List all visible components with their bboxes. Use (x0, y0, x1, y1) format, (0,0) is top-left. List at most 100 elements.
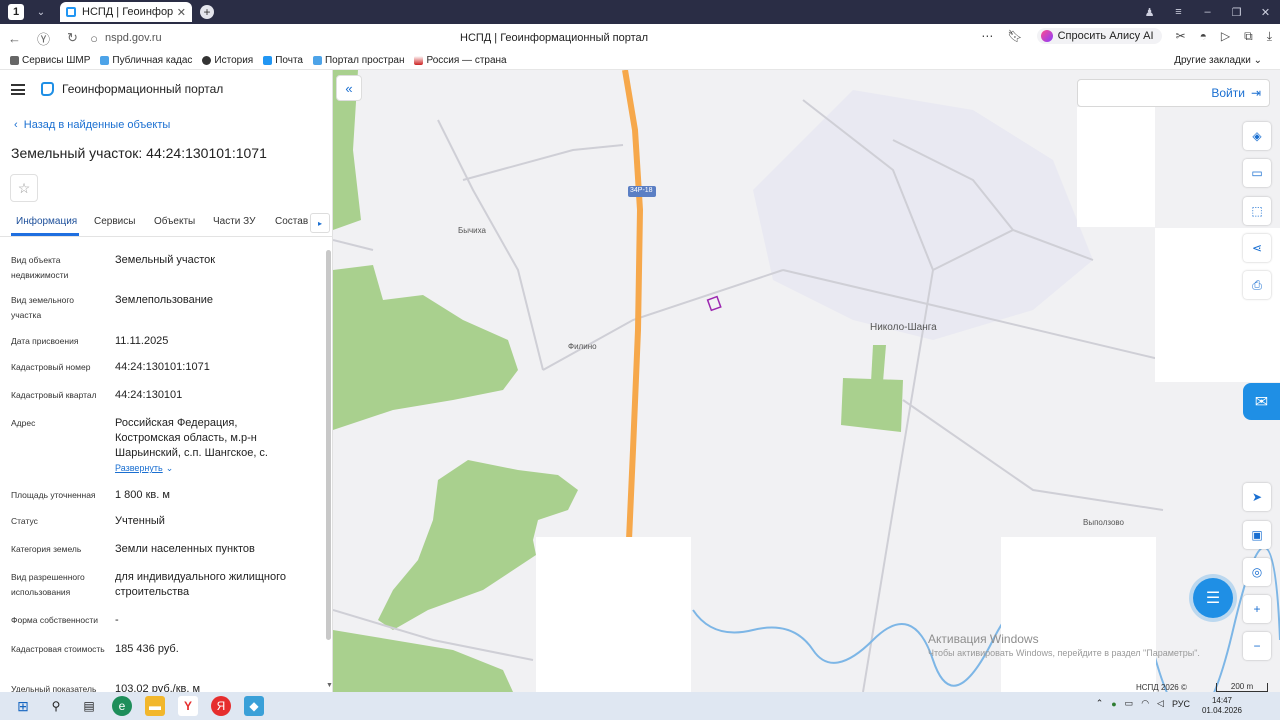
chevron-down-icon[interactable]: ⌄ (34, 7, 48, 18)
download-icon[interactable]: ⤓ (1267, 29, 1272, 44)
collections-icon[interactable]: ⧉ (1244, 29, 1253, 44)
window-close-icon[interactable]: ✕ (1251, 6, 1280, 19)
chat-bubble-icon[interactable]: ☰ (1193, 578, 1233, 618)
wifi-icon[interactable]: ◠ (1141, 698, 1149, 709)
window-controls: ♟ ≡ – ❐ ✕ (1135, 0, 1280, 24)
search-icon[interactable]: ⚲ (46, 696, 66, 716)
properties-list: Вид объекта недвижимости Земельный участ… (0, 250, 325, 692)
network-icon[interactable]: ▭ (1125, 698, 1134, 709)
property-value: для индивидуального жилищного строительс… (115, 571, 287, 598)
minimap-icon[interactable]: ▣ (1243, 521, 1271, 549)
page-icon (10, 56, 19, 65)
collapse-panel-button[interactable]: « (336, 75, 362, 101)
login-label: Войти (1211, 86, 1245, 100)
yandex-icon[interactable]: Ⓨ (29, 29, 58, 48)
hat-icon[interactable]: ◓ (1200, 29, 1207, 43)
panel-header: Геоинформационный портал (11, 82, 223, 96)
blank-patch (1077, 107, 1155, 227)
scrollbar-thumb[interactable] (326, 250, 331, 640)
new-tab-icon[interactable]: + (200, 5, 214, 19)
windows-start-icon[interactable]: ⊞ (13, 696, 33, 716)
other-bookmarks[interactable]: Другие закладки ⌄ (1174, 55, 1262, 66)
bookmark-item[interactable]: Сервисы ШМР (10, 55, 90, 66)
back-arrow-icon[interactable]: ← (0, 31, 29, 46)
system-tray: ⌃ ● ▭ ◠ ◁ РУС (1096, 698, 1190, 709)
task-view-icon[interactable]: ▤ (79, 696, 99, 716)
print-icon[interactable]: ⎙ (1243, 271, 1271, 299)
bookmark-item[interactable]: История (202, 55, 253, 66)
mail-icon (263, 56, 273, 65)
login-button[interactable]: Войти ⇥ (1077, 79, 1270, 107)
more-icon[interactable]: ⋯ (981, 29, 993, 43)
extension-icon[interactable]: ✂ (1176, 29, 1186, 43)
edge-icon[interactable]: e (112, 696, 132, 716)
browser-tabstrip: 1 ⌄ НСПД | Геоинформаци ✕ + ♟ ≡ – ❐ ✕ (0, 0, 1280, 24)
bookmark-item[interactable]: Публичная кадас (100, 55, 192, 66)
flag-icon (414, 56, 424, 65)
scale-bar: 200 m (1216, 683, 1268, 692)
property-value: - (115, 614, 119, 626)
file-explorer-icon[interactable]: ▬ (145, 696, 165, 716)
bookmark-item[interactable]: Портал простран (312, 55, 404, 66)
blank-patch (1001, 537, 1156, 692)
tab-counter[interactable]: 1 (8, 4, 24, 20)
zoom-in-icon[interactable]: + (1243, 595, 1271, 623)
url-field[interactable]: nspd.gov.ru (105, 32, 162, 44)
menu-icon[interactable] (11, 83, 25, 95)
chevron-right-icon[interactable]: ▸ (310, 213, 330, 233)
search-location-icon[interactable]: ◎ (1243, 558, 1271, 586)
select-area-icon[interactable]: ⬚ (1243, 197, 1271, 225)
tab-services[interactable]: Сервисы (94, 216, 135, 227)
selected-parcel[interactable] (706, 295, 722, 312)
menu-icon[interactable]: ≡ (1164, 6, 1193, 18)
bookmarks-bar: Сервисы ШМР Публичная кадас История Почт… (0, 52, 1280, 70)
back-link[interactable]: ‹ Назад в найденные объекты (14, 119, 170, 131)
profile-icon[interactable]: ♟ (1135, 6, 1164, 19)
bookmark-item[interactable]: Почта (263, 55, 303, 66)
yandex-browser-icon[interactable]: Y (178, 696, 198, 716)
expand-link[interactable]: Развернуть ⌄ (115, 461, 305, 476)
zoom-out-icon[interactable]: − (1243, 632, 1271, 660)
property-value: 1 800 кв. м (115, 489, 170, 501)
yandex-icon[interactable]: Я (211, 696, 231, 716)
property-label: Вид объекта недвижимости (11, 255, 69, 280)
defender-icon[interactable]: ● (1111, 699, 1116, 709)
browser-tab[interactable]: НСПД | Геоинформаци ✕ (60, 2, 192, 22)
tab-objects[interactable]: Объекты (154, 216, 195, 227)
restore-icon[interactable]: ❐ (1222, 6, 1251, 19)
forest-area (333, 265, 518, 430)
volume-icon[interactable]: ◁ (1157, 698, 1164, 709)
bookmark-item[interactable]: Россия — страна (414, 55, 507, 66)
place-label: Выползово (1083, 518, 1124, 527)
reload-icon[interactable]: ↻ (58, 30, 87, 46)
ruler-icon[interactable]: ▭ (1243, 159, 1271, 187)
alice-button[interactable]: Спросить Алису AI (1036, 28, 1162, 44)
language-indicator[interactable]: РУС (1172, 699, 1190, 709)
scroll-down-icon[interactable]: ▼ (326, 682, 333, 689)
close-icon[interactable]: ✕ (177, 6, 186, 19)
shield-icon[interactable]: ○ (87, 31, 101, 46)
share-icon[interactable]: ⋖ (1243, 234, 1271, 262)
geolocation-icon[interactable]: ➤ (1243, 483, 1271, 511)
clock[interactable]: 14:47 01.04.2026 (1202, 696, 1242, 716)
support-chat-icon[interactable]: ✉ (1243, 383, 1280, 420)
alice-label: Спросить Алису AI (1057, 30, 1154, 42)
star-icon[interactable]: ☆ (10, 174, 38, 202)
chevron-up-icon[interactable]: ⌃ (1096, 698, 1104, 709)
property-value: Российская Федерация, Костромская област… (115, 416, 305, 476)
property-value: 185 436 руб. (115, 643, 179, 655)
chevron-down-icon: ⌄ (165, 463, 174, 473)
layers-app-icon[interactable]: ◆ (244, 696, 264, 716)
windows-activation-title: Активация Windows (928, 632, 1039, 646)
play-icon[interactable]: ▷ (1221, 29, 1230, 43)
tab-composition[interactable]: Состав (275, 216, 308, 227)
info-panel: Геоинформационный портал ‹ Назад в найде… (0, 70, 333, 692)
bookmark-icon[interactable]: 🔖︎ (1007, 29, 1022, 43)
date: 01.04.2026 (1201, 706, 1242, 715)
site-favicon-icon (66, 7, 76, 17)
place-label: Филино (568, 342, 597, 351)
tab-information[interactable]: Информация (16, 216, 77, 227)
layers-icon[interactable]: ◈ (1243, 122, 1271, 150)
minimize-icon[interactable]: – (1193, 6, 1222, 18)
tab-parts[interactable]: Части ЗУ (213, 216, 255, 227)
